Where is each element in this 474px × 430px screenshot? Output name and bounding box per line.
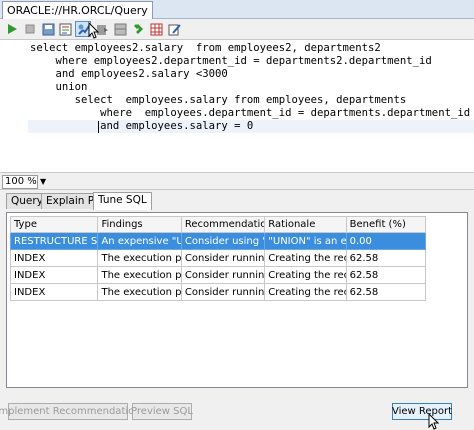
table-cell: RESTRUCTURE SQL xyxy=(9,232,99,250)
recommendations-table: Type Findings Recommendations Rationale … xyxy=(9,216,427,301)
table-cell: 62.58 xyxy=(345,283,427,301)
code-line: select employees.salary from employees, … xyxy=(30,94,407,106)
table-cell: Consider running ... xyxy=(180,283,266,301)
text-caret xyxy=(98,121,99,133)
table-cell: Consider running ... xyxy=(180,266,266,284)
table-cell: INDEX xyxy=(9,283,99,301)
table-header-row: Type Findings Recommendations Rationale … xyxy=(9,216,427,233)
column-header-recommendations[interactable]: Recommendations xyxy=(180,216,266,233)
table-row[interactable]: INDEX The execution pl... Consider runni… xyxy=(9,283,427,301)
table-cell: Creating the rec... xyxy=(264,283,347,301)
edit-icon[interactable] xyxy=(166,21,182,37)
code-line: and employees.salary = 0 xyxy=(30,120,254,132)
table-cell: Creating the rec... xyxy=(264,249,347,267)
table-cell: "UNION" is an e... xyxy=(264,232,347,250)
tab-tune-sql[interactable]: Tune SQL xyxy=(93,192,152,210)
export-icon[interactable] xyxy=(94,21,110,37)
tune-sql-icon[interactable] xyxy=(57,21,73,37)
window-title[interactable]: ORACLE://HR.ORCL/Query xyxy=(2,1,153,19)
table-cell: Creating the rec... xyxy=(264,266,347,284)
table-cell: The execution pl... xyxy=(97,283,182,301)
results-panel: Query Explain Plan Tune SQL Type Finding… xyxy=(0,190,474,430)
sql-editor[interactable]: select employees2.salary from employees2… xyxy=(0,39,474,172)
tune-sql-results: Type Findings Recommendations Rationale … xyxy=(6,212,468,388)
editor-statusbar: 100 % ▼ xyxy=(0,172,474,190)
table-cell: Consider using "U... xyxy=(180,232,266,250)
view-report-button[interactable]: View Report xyxy=(392,403,452,420)
code-line: where employees2.department_id = departm… xyxy=(30,55,432,67)
query-toolbar xyxy=(0,19,474,39)
code-line: where employees.department_id = departme… xyxy=(30,107,471,119)
pivot-icon[interactable] xyxy=(112,21,128,37)
table-row[interactable]: INDEX The execution pl... Consider runni… xyxy=(9,266,427,284)
table-cell: An expensive "U... xyxy=(97,232,182,250)
table-cell: INDEX xyxy=(9,266,99,284)
table-cell: 62.58 xyxy=(345,249,427,267)
implement-recommendation-button[interactable]: Implement Recommendation xyxy=(0,403,141,420)
explain-plan-icon[interactable] xyxy=(75,21,91,37)
column-header-findings[interactable]: Findings xyxy=(97,216,182,233)
table-row[interactable]: INDEX The execution pl... Consider runni… xyxy=(9,249,427,267)
column-header-type[interactable]: Type xyxy=(9,216,99,233)
clear-icon[interactable] xyxy=(130,21,146,37)
table-cell: 0.00 xyxy=(345,232,427,250)
save-icon[interactable] xyxy=(40,21,56,37)
table-cell: Consider running ... xyxy=(180,249,266,267)
run-icon[interactable] xyxy=(4,21,20,37)
code-line: union xyxy=(30,81,88,93)
editor-gutter xyxy=(0,40,28,172)
column-header-benefit[interactable]: Benefit (%) xyxy=(345,216,427,233)
table-cell: INDEX xyxy=(9,249,99,267)
code-line: select employees2.salary from employees2… xyxy=(30,42,381,54)
window-titlebar: ORACLE://HR.ORCL/Query xyxy=(0,0,474,19)
zoom-select[interactable]: 100 % xyxy=(2,175,38,189)
table-cell: The execution pl... xyxy=(97,266,182,284)
code-line-current: and employees.salary = 0 xyxy=(28,120,474,133)
column-header-rationale[interactable]: Rationale xyxy=(264,216,347,233)
table-row[interactable]: RESTRUCTURE SQL An expensive "U... Consi… xyxy=(9,232,427,250)
table-cell: 62.58 xyxy=(345,266,427,284)
stop-icon[interactable] xyxy=(22,21,38,37)
table-cell: The execution pl... xyxy=(97,249,182,267)
code-line: and employees2.salary <3000 xyxy=(30,68,228,80)
preview-sql-button[interactable]: Preview SQL xyxy=(131,403,193,420)
grid-icon[interactable] xyxy=(148,21,164,37)
zoom-dropdown-icon[interactable]: ▼ xyxy=(40,177,46,186)
